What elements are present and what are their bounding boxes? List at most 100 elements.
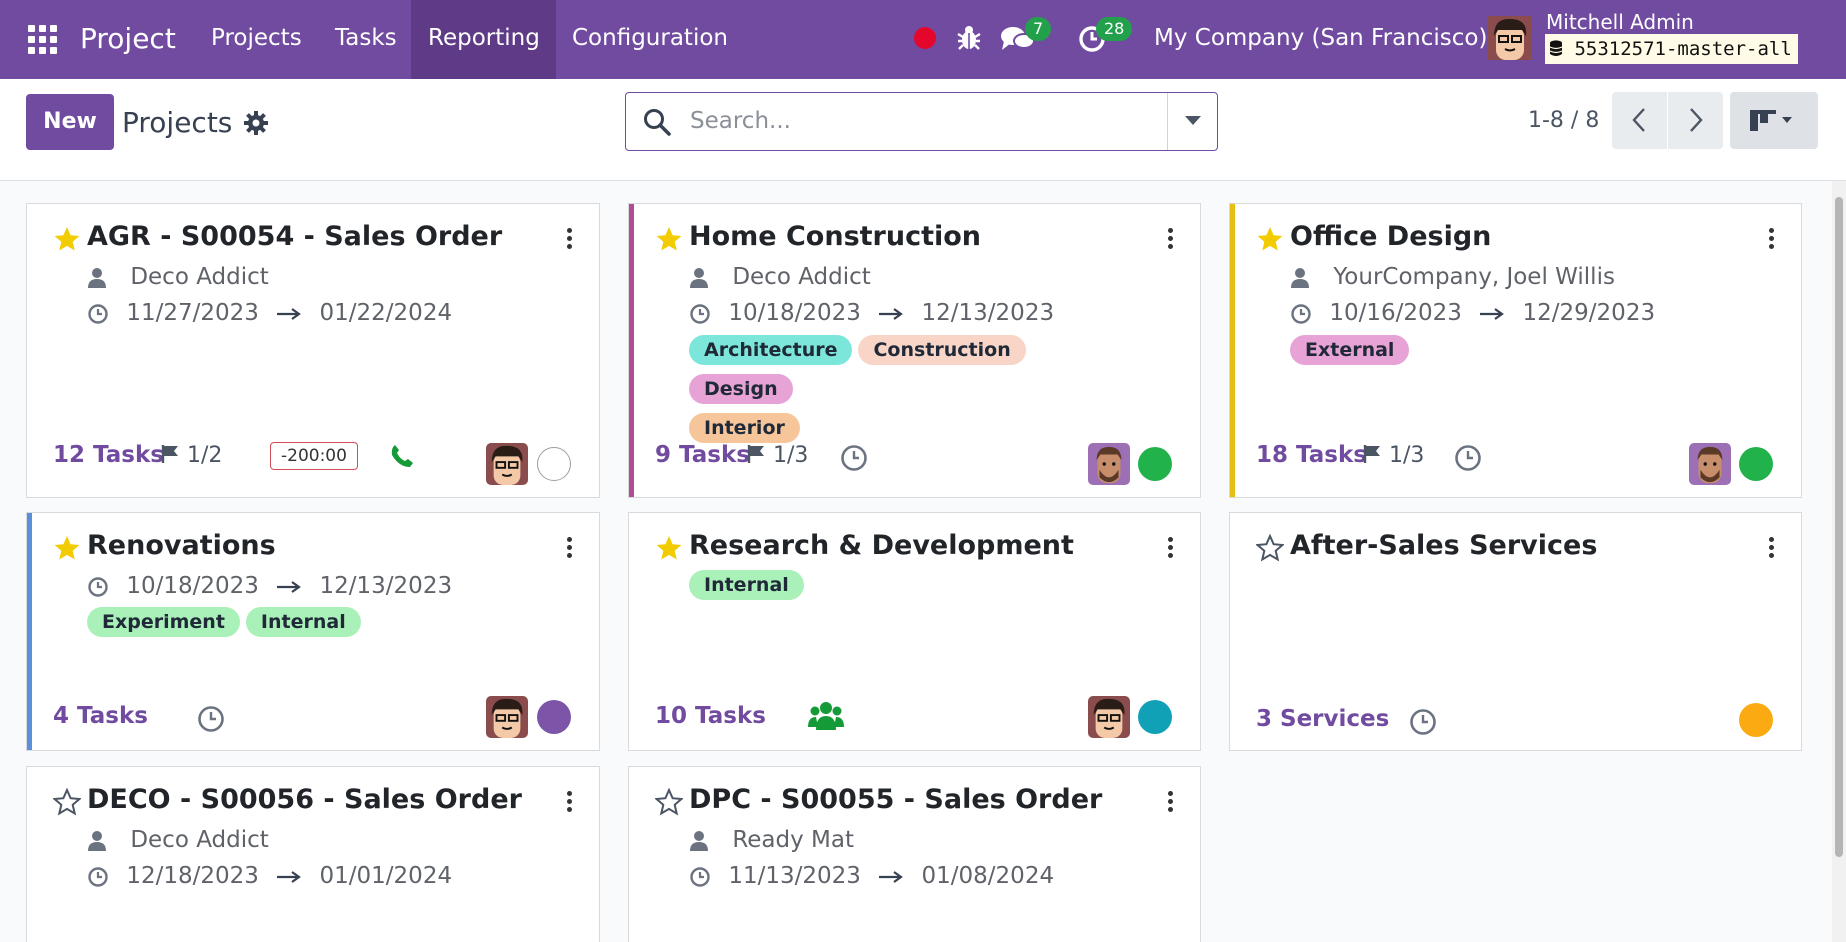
status-indicator[interactable] bbox=[537, 447, 571, 481]
milestones-value: 1/3 bbox=[773, 443, 809, 468]
project-card[interactable]: DPC - S00055 - Sales Order Ready Mat 11/… bbox=[628, 766, 1201, 942]
search-bar[interactable]: Search... bbox=[625, 92, 1218, 151]
status-indicator[interactable] bbox=[1138, 447, 1172, 481]
search-options-toggle[interactable] bbox=[1167, 93, 1217, 150]
activity-clock-icon[interactable] bbox=[1453, 443, 1483, 473]
date-end: 12/29/2023 bbox=[1522, 300, 1656, 326]
activities-badge: 28 bbox=[1096, 17, 1133, 41]
menu-tasks[interactable]: Tasks bbox=[318, 0, 414, 79]
favorite-star-outline-icon[interactable] bbox=[53, 788, 81, 816]
tasks-count-link[interactable]: 12 Tasks bbox=[53, 442, 164, 468]
project-title[interactable]: DPC - S00055 - Sales Order bbox=[689, 784, 1102, 815]
date-start: 10/16/2023 bbox=[1329, 300, 1462, 326]
search-icon bbox=[644, 109, 671, 136]
scrollbar-thumb[interactable] bbox=[1835, 197, 1843, 857]
customer-name: Deco Addict bbox=[732, 264, 871, 290]
breadcrumb: Projects bbox=[122, 106, 233, 139]
manager-avatar[interactable] bbox=[486, 443, 528, 485]
project-title[interactable]: Home Construction bbox=[689, 221, 981, 252]
status-indicator[interactable] bbox=[1138, 700, 1172, 734]
activity-clock-icon[interactable] bbox=[839, 443, 869, 473]
person-icon bbox=[690, 830, 708, 851]
phone-icon[interactable] bbox=[389, 443, 415, 469]
pager-previous-button[interactable] bbox=[1612, 92, 1667, 149]
user-name[interactable]: Mitchell Admin bbox=[1546, 10, 1694, 34]
favorite-star-icon[interactable] bbox=[655, 534, 683, 562]
customer-name: Ready Mat bbox=[732, 827, 854, 853]
tasks-count-link[interactable]: 9 Tasks bbox=[655, 442, 750, 468]
favorite-star-icon[interactable] bbox=[53, 534, 81, 562]
customer-name: Deco Addict bbox=[130, 264, 269, 290]
card-menu-icon[interactable] bbox=[1168, 228, 1174, 250]
manager-avatar[interactable] bbox=[1088, 443, 1130, 485]
kanban-view-switcher[interactable] bbox=[1730, 92, 1818, 149]
project-card[interactable]: DECO - S00056 - Sales Order Deco Addict … bbox=[26, 766, 600, 942]
gear-icon[interactable] bbox=[243, 110, 269, 136]
menu-projects[interactable]: Projects bbox=[194, 0, 319, 79]
project-title[interactable]: Office Design bbox=[1290, 221, 1491, 252]
date-end: 01/22/2024 bbox=[319, 300, 453, 326]
favorite-star-outline-icon[interactable] bbox=[655, 788, 683, 816]
project-dates: 12/18/2023 01/01/2024 bbox=[87, 863, 452, 889]
project-title[interactable]: After-Sales Services bbox=[1290, 530, 1597, 561]
project-title[interactable]: Research & Development bbox=[689, 530, 1074, 561]
card-menu-icon[interactable] bbox=[1168, 537, 1174, 559]
tasks-count-link[interactable]: 3 Services bbox=[1256, 706, 1389, 732]
project-card[interactable]: After-Sales Services 3 Services bbox=[1229, 512, 1802, 751]
card-menu-icon[interactable] bbox=[1769, 228, 1775, 250]
tasks-count-link[interactable]: 18 Tasks bbox=[1256, 442, 1367, 468]
card-menu-icon[interactable] bbox=[567, 228, 573, 250]
project-title[interactable]: Renovations bbox=[87, 530, 276, 561]
search-input[interactable]: Search... bbox=[690, 108, 791, 134]
manager-avatar[interactable] bbox=[1088, 696, 1130, 738]
arrow-right-icon bbox=[277, 307, 302, 320]
app-switcher-icon[interactable] bbox=[28, 25, 58, 55]
scrollbar[interactable] bbox=[1832, 181, 1846, 942]
date-start: 10/18/2023 bbox=[126, 573, 259, 599]
card-menu-icon[interactable] bbox=[1168, 791, 1174, 813]
card-menu-icon[interactable] bbox=[567, 791, 573, 813]
project-card[interactable]: Research & Development Internal 10 Tasks bbox=[628, 512, 1201, 751]
project-card[interactable]: Renovations 10/18/2023 12/13/2023 Experi… bbox=[26, 512, 600, 751]
project-dates: 11/27/2023 01/22/2024 bbox=[87, 300, 452, 326]
activity-clock-icon[interactable] bbox=[1408, 707, 1438, 737]
milestones: 1/3 bbox=[1363, 443, 1424, 468]
tasks-count-link[interactable]: 4 Tasks bbox=[53, 703, 148, 729]
project-card[interactable]: Office Design YourCompany, Joel Willis 1… bbox=[1229, 203, 1802, 498]
user-avatar[interactable] bbox=[1488, 16, 1532, 60]
company-switcher[interactable]: My Company (San Francisco) bbox=[1154, 0, 1487, 79]
app-name[interactable]: Project bbox=[80, 0, 176, 79]
deadline-badge: -200:00 bbox=[270, 442, 358, 470]
manager-avatar[interactable] bbox=[486, 696, 528, 738]
status-indicator[interactable] bbox=[537, 700, 571, 734]
card-menu-icon[interactable] bbox=[567, 537, 573, 559]
menu-configuration[interactable]: Configuration bbox=[555, 0, 745, 79]
project-card[interactable]: Home Construction Deco Addict 10/18/2023… bbox=[628, 203, 1201, 498]
project-card[interactable]: AGR - S00054 - Sales Order Deco Addict 1… bbox=[26, 203, 600, 498]
date-end: 12/13/2023 bbox=[921, 300, 1055, 326]
new-button[interactable]: New bbox=[26, 94, 114, 150]
menu-reporting[interactable]: Reporting bbox=[411, 0, 556, 79]
tag: Internal bbox=[245, 607, 361, 637]
tag: Internal bbox=[689, 570, 804, 600]
project-title[interactable]: AGR - S00054 - Sales Order bbox=[87, 221, 502, 252]
manager-avatar[interactable] bbox=[1689, 443, 1731, 485]
favorite-star-icon[interactable] bbox=[53, 225, 81, 253]
project-dates: 10/18/2023 12/13/2023 bbox=[689, 300, 1054, 326]
collaborators-icon[interactable] bbox=[808, 700, 844, 732]
status-indicator[interactable] bbox=[1739, 703, 1773, 737]
card-menu-icon[interactable] bbox=[1769, 537, 1775, 559]
project-title[interactable]: DECO - S00056 - Sales Order bbox=[87, 784, 522, 815]
activity-clock-icon[interactable] bbox=[196, 704, 226, 734]
tasks-count-link[interactable]: 10 Tasks bbox=[655, 703, 766, 729]
favorite-star-outline-icon[interactable] bbox=[1256, 534, 1284, 562]
favorite-star-icon[interactable] bbox=[655, 225, 683, 253]
favorite-star-icon[interactable] bbox=[1256, 225, 1284, 253]
color-bar bbox=[629, 204, 634, 497]
status-indicator[interactable] bbox=[1739, 447, 1773, 481]
pager-value[interactable]: 1-8 / 8 bbox=[1528, 108, 1599, 133]
record-icon[interactable] bbox=[914, 27, 936, 49]
bug-icon[interactable] bbox=[956, 24, 982, 52]
project-customer: Ready Mat bbox=[689, 827, 854, 853]
pager-next-button[interactable] bbox=[1668, 92, 1723, 149]
